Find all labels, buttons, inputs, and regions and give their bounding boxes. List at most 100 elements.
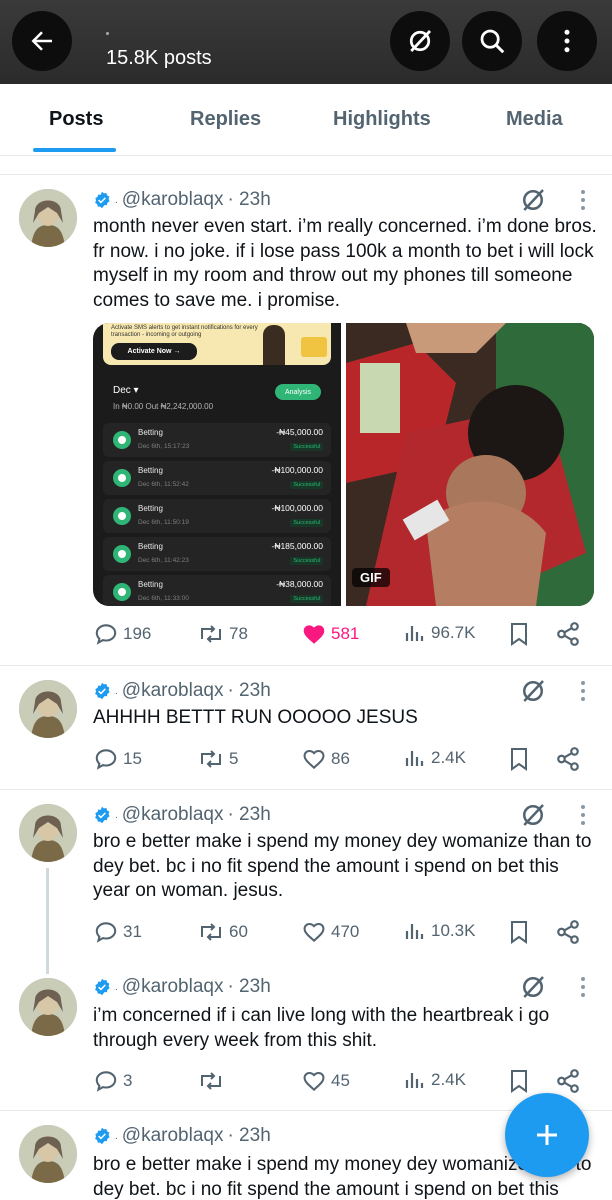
reply-button[interactable]: 31	[93, 919, 142, 945]
avatar[interactable]	[19, 680, 77, 738]
transaction-date: Dec 6th, 11:50:19	[138, 519, 189, 526]
verified-badge-icon	[95, 682, 110, 700]
author-handle[interactable]: @karoblaqx	[122, 1125, 224, 1147]
like-button[interactable]: 581	[301, 621, 359, 647]
analytics-bar-icon	[405, 924, 424, 939]
views-button[interactable]: 96.7K	[403, 621, 475, 645]
post-text: i’m concerned if i can live long with th…	[93, 1005, 550, 1051]
post-author-row: . @karoblaqx · 23h	[93, 189, 271, 211]
author-name-dot: .	[115, 981, 118, 993]
author-name-dot: .	[115, 809, 118, 821]
bookmark-icon[interactable]	[507, 919, 531, 945]
repost-button[interactable]: 5	[197, 746, 238, 772]
transaction-name: Betting	[138, 466, 163, 475]
repost-button[interactable]: 60	[197, 919, 248, 945]
post-media-grid[interactable]: Activate SMS alerts to get instant notif…	[93, 323, 594, 606]
post-action-bar: 31 60 470 10.3K	[93, 919, 593, 949]
reply-icon	[95, 749, 117, 770]
reply-count: 196	[123, 624, 152, 643]
plus-icon	[537, 1125, 557, 1145]
author-name-dot: .	[115, 1130, 118, 1142]
post-1[interactable]: . @karoblaqx · 23h month never even star…	[0, 175, 612, 665]
like-count: 581	[331, 624, 360, 643]
transaction-row: Betting Dec 6th, 11:50:19 -₦100,000.00 S…	[103, 499, 331, 533]
avatar[interactable]	[19, 804, 77, 862]
search-button[interactable]	[462, 11, 522, 71]
reply-button[interactable]: 3	[93, 1068, 132, 1094]
share-icon[interactable]	[555, 621, 581, 647]
author-handle[interactable]: @karoblaqx	[122, 680, 224, 702]
post-4[interactable]: . @karoblaqx · 23h i’m concerned if i ca…	[0, 964, 612, 1110]
profile-tabs: Posts Replies Highlights Media	[0, 84, 612, 156]
bookmark-icon[interactable]	[507, 1068, 531, 1094]
transaction-date: Dec 6th, 11:42:23	[138, 557, 189, 564]
more-vertical-icon[interactable]	[578, 189, 588, 211]
like-button[interactable]: 470	[301, 919, 359, 945]
back-button[interactable]	[12, 11, 72, 71]
grok-button[interactable]	[390, 11, 450, 71]
betting-icon	[113, 583, 131, 601]
avatar[interactable]	[19, 189, 77, 247]
post-action-bar: 3 45 2.4K	[93, 1068, 593, 1098]
post-3[interactable]: . @karoblaqx · 23h bro e better make i s…	[0, 790, 612, 964]
repost-icon	[201, 1072, 221, 1090]
grok-icon[interactable]	[518, 972, 548, 1002]
share-icon[interactable]	[555, 1068, 581, 1094]
more-options-button[interactable]	[537, 11, 597, 71]
verified-badge-icon	[95, 191, 110, 209]
transaction-name: Betting	[138, 580, 163, 589]
bookmark-icon[interactable]	[507, 621, 531, 647]
author-handle[interactable]: @karoblaqx	[122, 976, 224, 998]
banner-envelope-image	[301, 337, 327, 357]
transaction-amount: -₦100,000.00	[271, 465, 323, 475]
more-vertical-icon[interactable]	[578, 680, 588, 702]
tab-highlights[interactable]: Highlights	[333, 108, 431, 131]
post-timestamp: · 23h	[227, 976, 271, 997]
reply-button[interactable]: 196	[93, 621, 151, 647]
repost-button[interactable]	[197, 1068, 229, 1094]
more-vertical-icon	[564, 29, 570, 53]
author-handle[interactable]: @karoblaqx	[122, 189, 224, 211]
tab-posts[interactable]: Posts	[49, 108, 103, 131]
like-button[interactable]: 45	[301, 1068, 350, 1094]
share-icon[interactable]	[555, 746, 581, 772]
activate-now-button: Activate Now →	[111, 343, 197, 360]
bank-app-screenshot[interactable]: Activate SMS alerts to get instant notif…	[93, 323, 341, 606]
like-count: 86	[331, 749, 350, 768]
post-author-row: . @karoblaqx · 23h	[93, 1125, 271, 1147]
gif-badge: GIF	[352, 568, 390, 587]
avatar[interactable]	[19, 1125, 77, 1183]
more-vertical-icon[interactable]	[578, 804, 588, 826]
grok-icon[interactable]	[518, 185, 548, 215]
like-button[interactable]: 86	[301, 746, 350, 772]
views-button[interactable]: 2.4K	[403, 746, 466, 770]
grok-icon[interactable]	[518, 800, 548, 830]
banner-text: Activate SMS alerts to get instant notif…	[111, 325, 258, 338]
back-arrow-icon	[31, 31, 52, 51]
bookmark-icon[interactable]	[507, 746, 531, 772]
active-tab-indicator	[33, 148, 116, 152]
avatar[interactable]	[19, 978, 77, 1036]
more-vertical-icon[interactable]	[578, 976, 588, 998]
reply-icon	[95, 1071, 117, 1092]
view-count: 96.7K	[431, 623, 476, 642]
share-icon[interactable]	[555, 919, 581, 945]
post-timestamp: · 23h	[227, 1125, 271, 1146]
reply-button[interactable]: 15	[93, 746, 142, 772]
post-2[interactable]: . @karoblaqx · 23h AHHHH BETTT RUN OOOOO…	[0, 666, 612, 790]
heart-outline-icon	[303, 749, 325, 770]
tab-replies[interactable]: Replies	[190, 108, 261, 131]
grok-icon[interactable]	[518, 676, 548, 706]
repost-button[interactable]: 78	[197, 621, 248, 647]
banner-person-image	[263, 325, 285, 365]
views-button[interactable]: 2.4K	[403, 1068, 466, 1092]
reply-icon	[95, 922, 117, 943]
sms-alert-banner: Activate SMS alerts to get instant notif…	[103, 323, 331, 365]
transaction-status: Successful	[290, 557, 323, 565]
author-handle[interactable]: @karoblaqx	[122, 804, 224, 826]
gif-media[interactable]: GIF	[346, 323, 594, 606]
compose-post-button[interactable]	[505, 1093, 589, 1177]
post-text: AHHHH BETTT RUN OOOOO JESUS	[93, 707, 418, 728]
tab-media[interactable]: Media	[506, 108, 563, 131]
views-button[interactable]: 10.3K	[403, 919, 475, 943]
